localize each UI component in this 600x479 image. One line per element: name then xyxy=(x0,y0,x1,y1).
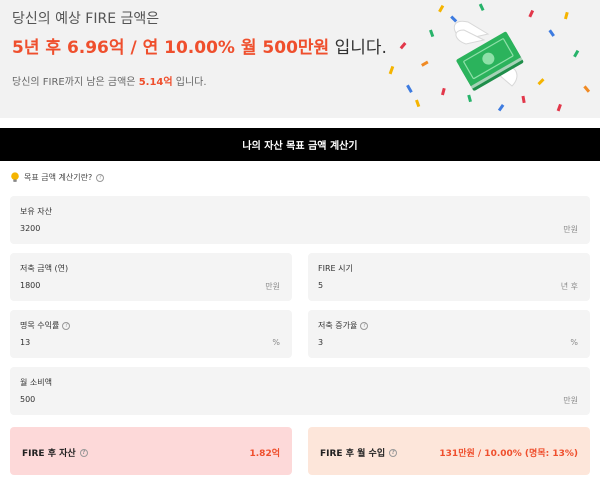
assets-label: 보유 자산 xyxy=(20,207,52,216)
calculator-guide-link[interactable]: 목표 금액 계산기란? ? xyxy=(10,172,105,183)
result-assets-label: FIRE 후 자산 xyxy=(22,449,76,459)
fire-period-unit: 년 후 xyxy=(560,282,578,291)
remaining-amount-value: 5.14억 xyxy=(138,77,173,88)
summary-headline: 5년 후 6.96억 / 연 10.00% 월 500만원 입니다. xyxy=(12,33,387,58)
summary-highlight: 5년 후 6.96억 / 연 10.00% 월 500만원 xyxy=(12,38,330,58)
summary-suffix: 입니다. xyxy=(329,38,387,58)
result-income-value: 131만원 / 10.00% (명목: 13%) xyxy=(439,449,578,459)
monthly-spend-input[interactable]: 500 xyxy=(20,395,35,404)
assets-field[interactable]: 보유 자산 3200 만원 xyxy=(10,196,590,244)
savings-growth-field[interactable]: 저축 증가율 ? 3 % xyxy=(308,310,590,358)
fire-summary-banner: 당신의 예상 FIRE 금액은 5년 후 6.96억 / 연 10.00% 월 … xyxy=(0,0,600,118)
nominal-return-unit: % xyxy=(272,338,280,347)
result-assets-value: 1.82억 xyxy=(249,449,281,459)
remaining-amount-text: 당신의 FIRE까지 남은 금액은 5.14억 입니다. xyxy=(12,73,207,88)
question-circle-icon[interactable]: ? xyxy=(79,448,88,457)
result-income-card: FIRE 후 월 수입 ? 131만원 / 10.00% (명목: 13%) xyxy=(308,427,590,475)
monthly-spend-field[interactable]: 월 소비액 500 만원 xyxy=(10,367,590,415)
fire-period-label: FIRE 시기 xyxy=(318,264,353,273)
savings-growth-unit: % xyxy=(570,338,578,347)
calculator-title-bar: 나의 자산 목표 금액 계산기 xyxy=(0,128,600,161)
result-assets-card: FIRE 후 자산 ? 1.82억 xyxy=(10,427,292,475)
nominal-return-input[interactable]: 13 xyxy=(20,338,30,347)
savings-unit: 만원 xyxy=(265,282,280,291)
guide-label: 목표 금액 계산기란? xyxy=(24,173,93,182)
question-circle-icon[interactable]: ? xyxy=(360,321,369,330)
savings-label: 저축 금액 (연) xyxy=(20,264,69,273)
flying-money-icon xyxy=(388,3,591,112)
result-income-label: FIRE 후 월 수입 xyxy=(320,449,386,459)
summary-intro: 당신의 예상 FIRE 금액은 xyxy=(12,11,160,27)
savings-input[interactable]: 1800 xyxy=(20,281,40,290)
question-circle-icon[interactable]: ? xyxy=(62,321,71,330)
remaining-suffix: 입니다. xyxy=(172,77,207,88)
fire-period-input[interactable]: 5 xyxy=(318,281,323,290)
savings-growth-label-wrap: 저축 증가율 ? xyxy=(318,320,369,331)
monthly-spend-unit: 만원 xyxy=(563,396,578,405)
lightbulb-icon xyxy=(11,172,19,182)
assets-input[interactable]: 3200 xyxy=(20,224,40,233)
nominal-return-label-wrap: 명목 수익률 ? xyxy=(20,320,71,331)
nominal-return-field[interactable]: 명목 수익률 ? 13 % xyxy=(10,310,292,358)
assets-unit: 만원 xyxy=(563,225,578,234)
question-circle-icon[interactable]: ? xyxy=(96,173,105,182)
remaining-prefix: 당신의 FIRE까지 남은 금액은 xyxy=(12,77,139,88)
savings-growth-input[interactable]: 3 xyxy=(318,338,323,347)
result-income-label-wrap: FIRE 후 월 수입 ? xyxy=(320,446,398,459)
monthly-spend-label: 월 소비액 xyxy=(20,378,52,387)
question-circle-icon[interactable]: ? xyxy=(389,448,398,457)
fire-period-field[interactable]: FIRE 시기 5 년 후 xyxy=(308,253,590,301)
result-assets-label-wrap: FIRE 후 자산 ? xyxy=(22,446,88,459)
nominal-return-label: 명목 수익률 xyxy=(20,321,60,330)
savings-growth-label: 저축 증가율 xyxy=(318,321,358,330)
savings-field[interactable]: 저축 금액 (연) 1800 만원 xyxy=(10,253,292,301)
